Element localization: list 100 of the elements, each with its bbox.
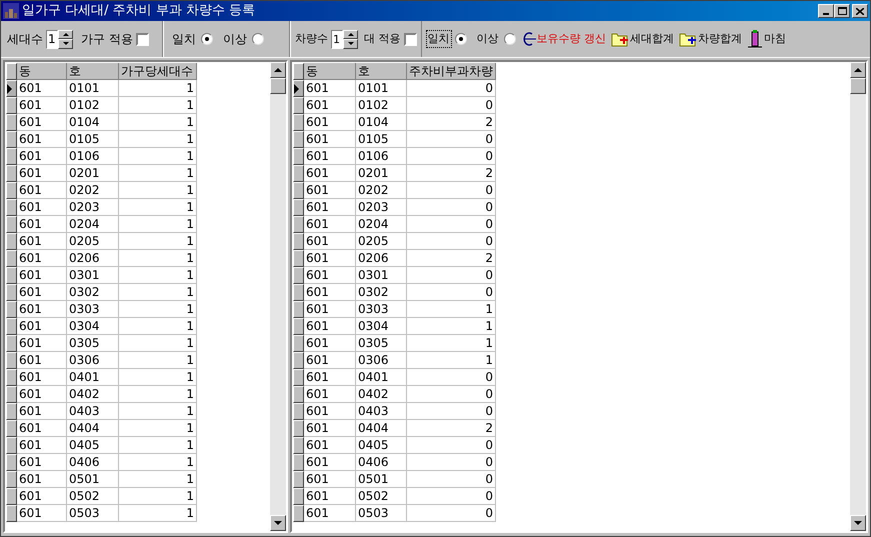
table-cell: 0401 [356,369,407,386]
table-cell: 601 [304,369,356,386]
table-cell: 0202 [356,182,407,199]
close-button[interactable] [852,4,868,18]
row-indicator[interactable] [293,471,304,488]
row-indicator[interactable] [6,488,17,505]
row-indicator[interactable] [6,471,17,488]
row-indicator[interactable] [293,131,304,148]
row-indicator[interactable] [293,97,304,114]
column-header[interactable]: 동 [304,63,356,80]
table-cell: 601 [17,505,67,522]
row-indicator[interactable] [293,352,304,369]
row-indicator[interactable] [293,403,304,420]
radio-button[interactable] [201,33,213,45]
row-indicator[interactable] [6,267,17,284]
row-indicator[interactable] [293,165,304,182]
row-indicator[interactable] [293,80,304,97]
row-indicator[interactable] [293,148,304,165]
row-indicator[interactable] [293,369,304,386]
checkbox[interactable] [404,32,416,46]
toolbar-button[interactable]: 마침 [747,30,786,48]
row-indicator[interactable] [6,182,17,199]
table-cell: 0402 [67,386,119,403]
row-indicator[interactable] [6,216,17,233]
table-cell: 1 [407,335,496,352]
row-indicator[interactable] [6,505,17,522]
table-cell: 601 [304,488,356,505]
row-indicator[interactable] [293,488,304,505]
row-indicator[interactable] [293,505,304,522]
table-cell: 0 [407,216,496,233]
radio-button[interactable] [252,33,264,45]
checkbox[interactable] [136,32,149,46]
row-indicator[interactable] [293,420,304,437]
toolbar-button[interactable]: 세대합계 [611,30,674,48]
row-indicator[interactable] [6,284,17,301]
row-indicator[interactable] [6,131,17,148]
row-indicator[interactable] [6,403,17,420]
table-cell: 601 [304,165,356,182]
row-indicator[interactable] [293,199,304,216]
table-cell: 0106 [356,148,407,165]
row-indicator[interactable] [6,199,17,216]
table-cell: 0105 [67,131,119,148]
table-cell: 601 [304,403,356,420]
table-cell: 601 [17,165,67,182]
row-indicator[interactable] [6,233,17,250]
column-header[interactable]: 동 [17,63,67,80]
row-indicator[interactable] [6,148,17,165]
row-indicator[interactable] [293,437,304,454]
column-header[interactable]: 주차비부과차량 [407,63,496,80]
table-cell: 0501 [67,471,119,488]
table-cell: 1 [119,369,197,386]
row-indicator[interactable] [6,80,17,97]
row-indicator[interactable] [6,386,17,403]
row-indicator[interactable] [6,114,17,131]
column-header[interactable]: 호 [67,63,119,80]
row-indicator[interactable] [6,437,17,454]
row-indicator[interactable] [293,318,304,335]
row-indicator[interactable] [293,114,304,131]
table-cell: 1 [119,301,197,318]
row-indicator[interactable] [293,454,304,471]
spinner-arrows-icon[interactable] [58,30,73,48]
table-cell: 601 [304,114,356,131]
column-header[interactable]: 호 [356,63,407,80]
row-indicator[interactable] [6,165,17,182]
row-indicator[interactable] [6,420,17,437]
spinner-field[interactable]: 1 [331,30,343,48]
row-indicator[interactable] [6,97,17,114]
row-indicator[interactable] [293,267,304,284]
column-header[interactable]: 가구당세대수 [119,63,197,80]
scrollbar[interactable] [850,62,866,531]
scrollbar[interactable] [270,62,286,531]
row-indicator[interactable] [6,352,17,369]
table-cell: 601 [304,352,356,369]
row-indicator[interactable] [6,318,17,335]
row-indicator[interactable] [6,250,17,267]
spinner-field[interactable]: 1 [46,30,58,48]
maximize-button[interactable] [834,4,850,18]
current-row-icon [294,84,299,94]
table-cell: 0202 [67,182,119,199]
row-indicator[interactable] [293,301,304,318]
row-indicator[interactable] [293,250,304,267]
radio-label: 일치 [426,30,452,48]
radio-button[interactable] [454,33,466,45]
row-indicator[interactable] [6,454,17,471]
row-indicator[interactable] [293,216,304,233]
radio-button[interactable] [504,33,516,45]
row-indicator[interactable] [6,369,17,386]
row-indicator[interactable] [293,182,304,199]
row-indicator[interactable] [293,284,304,301]
row-indicator[interactable] [293,233,304,250]
table-cell: 0502 [356,488,407,505]
toolbar-button[interactable]: 차량합계 [679,30,742,48]
row-indicator[interactable] [6,301,17,318]
table-cell: 601 [304,80,356,97]
minimize-button[interactable] [818,4,834,18]
row-indicator[interactable] [6,335,17,352]
table-cell: 1 [407,352,496,369]
row-indicator[interactable] [293,386,304,403]
spinner-arrows-icon[interactable] [343,30,358,48]
row-indicator[interactable] [293,335,304,352]
